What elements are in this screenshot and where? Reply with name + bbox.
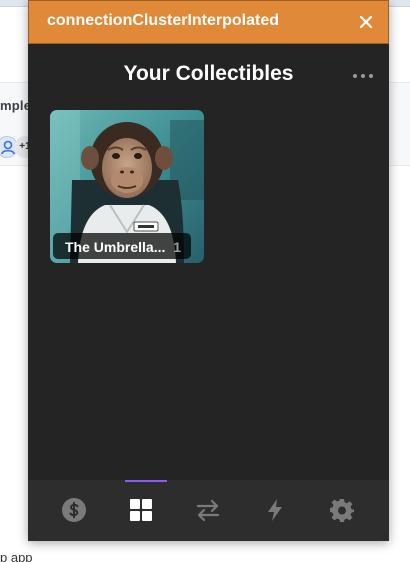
- collectible-label: The Umbrella... 1: [53, 233, 191, 259]
- gear-icon: [330, 499, 354, 522]
- lightning-icon: [268, 499, 282, 521]
- wallet-popup: connectionClusterInterpolated Your Colle…: [28, 0, 389, 541]
- page-title: Your Collectibles: [123, 62, 294, 85]
- tab-swap[interactable]: [172, 480, 244, 541]
- popup-title: connectionClusterInterpolated: [47, 12, 280, 29]
- tab-settings[interactable]: [306, 480, 378, 541]
- tab-activity[interactable]: [239, 480, 311, 541]
- background-page-text: mple: [0, 98, 32, 113]
- tab-collectibles[interactable]: [105, 480, 177, 541]
- swap-arrows-icon: [196, 499, 220, 522]
- active-tab-indicator: [125, 480, 167, 482]
- collectible-card[interactable]: The Umbrella... 1: [50, 110, 204, 263]
- background-page-bottom-text: p app: [0, 550, 33, 562]
- dollar-icon: [62, 498, 86, 522]
- tab-tokens[interactable]: [38, 480, 110, 541]
- collectible-count: 1: [173, 239, 181, 255]
- more-options-icon[interactable]: [351, 65, 375, 85]
- close-icon[interactable]: [354, 10, 378, 34]
- bottom-tab-bar: [28, 480, 389, 541]
- collectible-name: The Umbrella...: [65, 239, 166, 255]
- grid-icon: [130, 499, 152, 521]
- popup-titlebar: connectionClusterInterpolated: [28, 0, 389, 44]
